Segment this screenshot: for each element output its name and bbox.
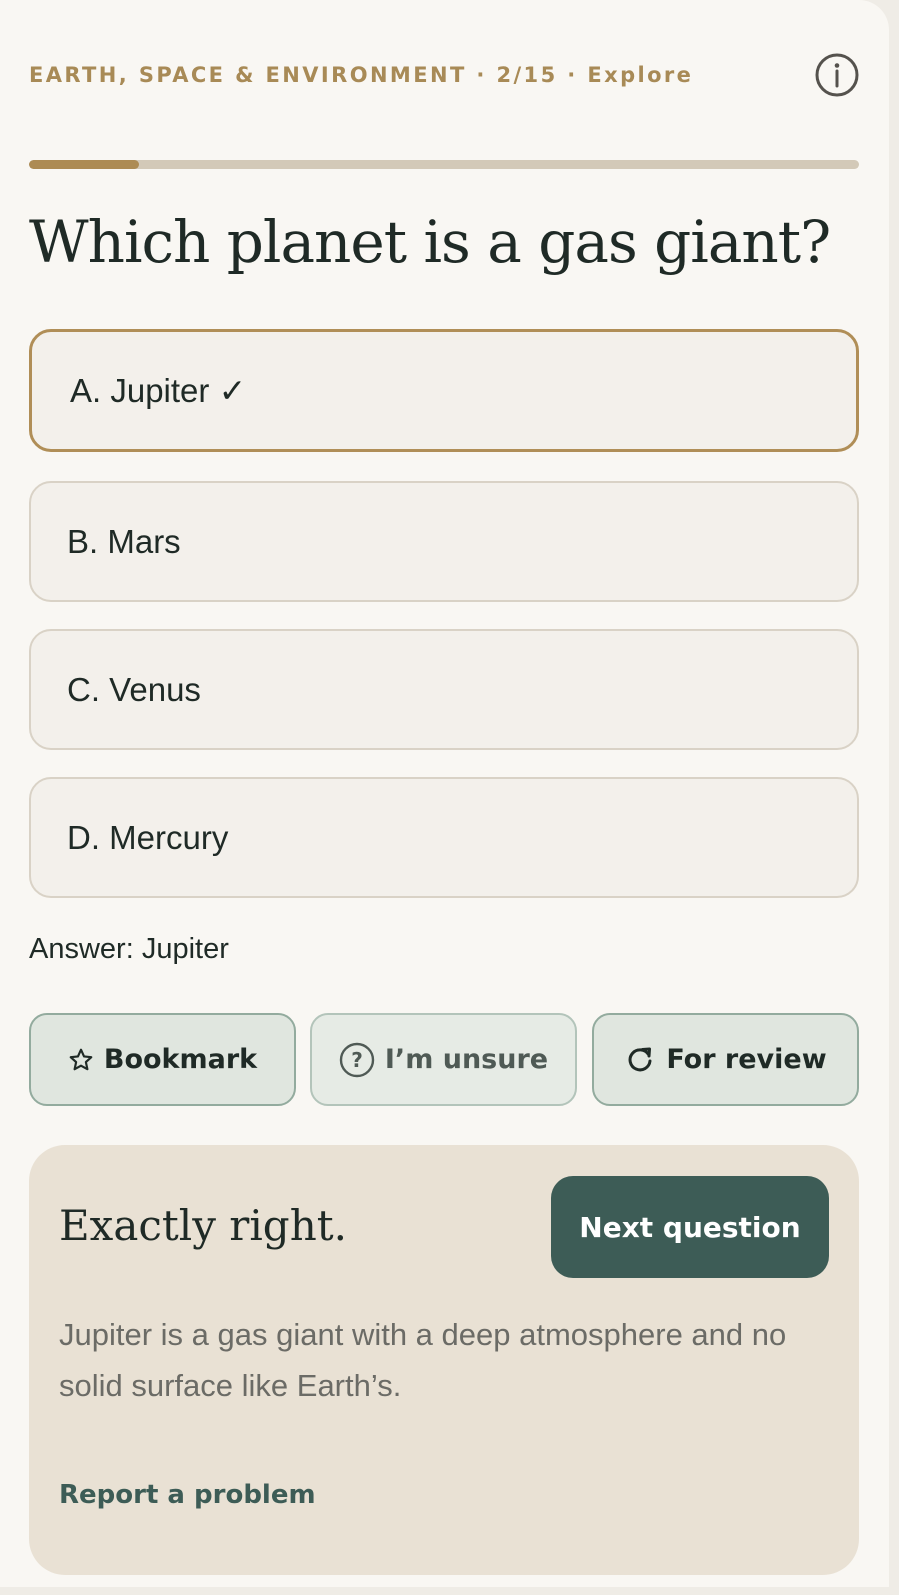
bookmark-button[interactable]: Bookmark	[29, 1013, 296, 1106]
option-c[interactable]: C. Venus	[29, 629, 859, 750]
question-text: Which planet is a gas giant?	[29, 208, 831, 276]
refresh-icon	[628, 1047, 652, 1071]
quiz-card: EARTH, SPACE & ENVIRONMENT · 2/15 · Expl…	[0, 0, 889, 1587]
option-label: C. Venus	[67, 670, 201, 708]
report-problem-link[interactable]: Report a problem	[59, 1480, 316, 1510]
unsure-label: I’m unsure	[384, 1044, 549, 1075]
option-label: D. Mercury	[67, 818, 229, 856]
review-label: For review	[666, 1044, 827, 1075]
action-row: Bookmark ? I’m unsure For review	[29, 1013, 859, 1106]
option-a[interactable]: A. Jupiter ✓	[29, 329, 859, 452]
unsure-button[interactable]: ? I’m unsure	[310, 1013, 577, 1106]
progress-bar	[29, 160, 859, 169]
answer-text: Answer: Jupiter	[29, 933, 229, 965]
feedback-title: Exactly right.	[59, 1201, 347, 1250]
next-question-button[interactable]: Next question	[551, 1176, 829, 1278]
feedback-explanation: Jupiter is a gas giant with a deep atmos…	[59, 1317, 787, 1403]
option-b[interactable]: B. Mars	[29, 481, 859, 602]
bookmark-label: Bookmark	[103, 1044, 258, 1075]
feedback-panel: Exactly right. Next question Jupiter is …	[29, 1145, 859, 1575]
star-icon	[69, 1048, 93, 1070]
header: EARTH, SPACE & ENVIRONMENT · 2/15 · Expl…	[29, 53, 859, 97]
question-circle-icon: ?	[339, 1042, 375, 1077]
breadcrumb: EARTH, SPACE & ENVIRONMENT · 2/15 · Expl…	[29, 63, 694, 87]
option-d[interactable]: D. Mercury	[29, 777, 859, 898]
progress-fill	[29, 160, 140, 169]
option-label: B. Mars	[67, 522, 181, 560]
review-button[interactable]: For review	[592, 1013, 859, 1106]
info-icon[interactable]	[815, 53, 859, 97]
option-label: A. Jupiter ✓	[70, 372, 247, 409]
svg-text:?: ?	[351, 1048, 363, 1072]
